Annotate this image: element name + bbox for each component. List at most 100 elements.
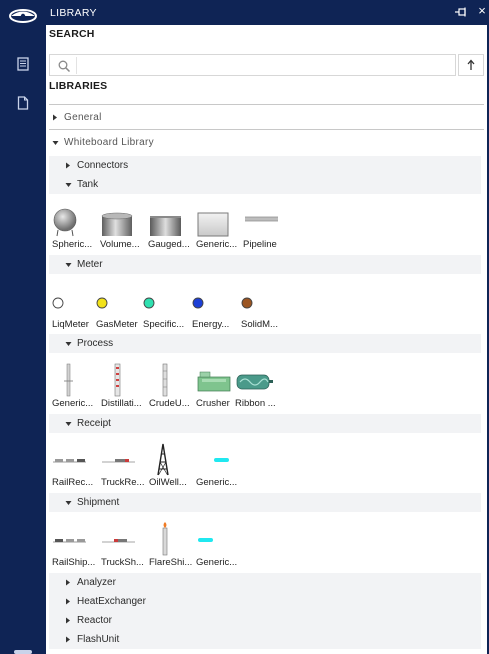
search-heading: SEARCH bbox=[49, 28, 95, 40]
caret-right-icon bbox=[62, 577, 74, 589]
spherical-tank-icon bbox=[53, 208, 77, 237]
rail-bottom-indicator bbox=[14, 650, 32, 654]
item-label: Distillati... bbox=[101, 398, 142, 409]
solid-meter-icon bbox=[241, 297, 253, 309]
app-logo-icon bbox=[8, 8, 38, 24]
library-item-spherical-tank[interactable]: Spheric... bbox=[52, 204, 102, 252]
distillation-column-icon bbox=[114, 363, 121, 397]
caret-right-icon bbox=[62, 634, 74, 646]
library-item-oil-well[interactable]: OilWell... bbox=[149, 442, 199, 490]
category-flash-unit[interactable]: FlashUnit bbox=[49, 630, 481, 649]
item-label: OilWell... bbox=[149, 477, 187, 488]
item-label: Pipeline bbox=[243, 239, 277, 250]
library-item-gauged-tank[interactable]: Gauged... bbox=[148, 204, 198, 252]
library-item-truck-shipment[interactable]: TruckSh... bbox=[101, 522, 151, 570]
item-label: FlareShi... bbox=[149, 557, 193, 568]
library-item-gas-meter[interactable]: GasMeter bbox=[96, 284, 146, 332]
item-label: Energy... bbox=[192, 319, 230, 330]
specific-meter-icon bbox=[143, 297, 155, 309]
item-label: GasMeter bbox=[96, 319, 138, 330]
library-item-generic-process[interactable]: Generic... bbox=[52, 363, 102, 411]
caret-down-icon bbox=[62, 497, 74, 509]
item-label: TruckRe... bbox=[101, 477, 145, 488]
item-label: Generic... bbox=[196, 477, 238, 488]
category-label: Meter bbox=[77, 259, 103, 270]
library-item-liq-meter[interactable]: LiqMeter bbox=[52, 284, 102, 332]
generic-tank-icon bbox=[197, 212, 229, 237]
library-item-truck-receipt[interactable]: TruckRe... bbox=[101, 442, 151, 490]
library-item-crude-unit[interactable]: CrudeU... bbox=[149, 363, 199, 411]
truck-receipt-icon bbox=[102, 459, 135, 463]
caret-right-icon bbox=[49, 112, 61, 124]
category-tank[interactable]: Tank bbox=[49, 175, 481, 194]
caret-right-icon bbox=[62, 596, 74, 608]
library-item-generic-shipment[interactable]: Generic... bbox=[196, 522, 246, 570]
library-item-generic-receipt[interactable]: Generic... bbox=[196, 442, 246, 490]
library-nav-button[interactable] bbox=[13, 54, 33, 74]
document-nav-button[interactable] bbox=[13, 93, 33, 113]
library-item-specific-meter[interactable]: Specific... bbox=[143, 284, 193, 332]
search-row bbox=[49, 54, 484, 76]
group-whiteboard-library[interactable]: Whiteboard Library bbox=[49, 133, 481, 152]
category-label: FlashUnit bbox=[77, 634, 120, 645]
truck-shipment-icon bbox=[102, 539, 135, 543]
libraries-heading: LIBRARIES bbox=[49, 80, 108, 92]
group-general[interactable]: General bbox=[49, 108, 481, 127]
category-connectors[interactable]: Connectors bbox=[49, 156, 481, 175]
arrow-up-icon bbox=[467, 59, 475, 70]
category-label: Analyzer bbox=[77, 577, 116, 588]
library-item-pipeline[interactable]: Pipeline bbox=[243, 204, 293, 252]
caret-right-icon bbox=[62, 160, 74, 172]
gauged-tank-icon bbox=[150, 216, 181, 236]
category-heat-exchanger[interactable]: HeatExchanger bbox=[49, 592, 481, 611]
item-label: Ribbon ... bbox=[235, 398, 276, 409]
oil-well-icon bbox=[157, 443, 169, 476]
energy-meter-icon bbox=[192, 297, 204, 309]
category-meter[interactable]: Meter bbox=[49, 255, 481, 274]
left-nav-rail bbox=[0, 0, 46, 654]
category-receipt[interactable]: Receipt bbox=[49, 414, 481, 433]
item-label: SolidM... bbox=[241, 319, 278, 330]
library-item-ribbon-blender[interactable]: Ribbon ... bbox=[235, 363, 285, 411]
search-separator bbox=[76, 57, 77, 74]
library-item-rail-shipment[interactable]: RailShip... bbox=[52, 522, 102, 570]
item-label: Volume... bbox=[100, 239, 140, 250]
item-label: TruckSh... bbox=[101, 557, 144, 568]
library-item-volume-tank[interactable]: Volume... bbox=[100, 204, 150, 252]
library-item-generic-tank[interactable]: Generic... bbox=[196, 204, 246, 252]
category-shipment[interactable]: Shipment bbox=[49, 493, 481, 512]
pin-icon[interactable] bbox=[454, 6, 468, 18]
item-label: Spheric... bbox=[52, 239, 93, 250]
search-input[interactable] bbox=[78, 57, 450, 74]
generic-process-icon bbox=[64, 363, 73, 397]
category-analyzer[interactable]: Analyzer bbox=[49, 573, 481, 592]
crude-unit-icon bbox=[162, 363, 168, 397]
close-icon[interactable]: × bbox=[476, 4, 488, 18]
divider bbox=[49, 104, 484, 105]
liq-meter-icon bbox=[52, 297, 64, 309]
library-item-flare-shipment[interactable]: FlareShi... bbox=[149, 522, 199, 570]
item-label: Generic... bbox=[196, 557, 238, 568]
category-process[interactable]: Process bbox=[49, 334, 481, 353]
search-box bbox=[49, 54, 456, 76]
item-label: Specific... bbox=[143, 319, 185, 330]
rail-receipt-icon bbox=[53, 459, 86, 463]
item-label: RailRec... bbox=[52, 477, 94, 488]
panel-title: LIBRARY bbox=[50, 7, 97, 19]
divider bbox=[49, 129, 484, 130]
item-label: Generic... bbox=[52, 398, 94, 409]
library-item-solid-meter[interactable]: SolidM... bbox=[241, 284, 291, 332]
category-label: Connectors bbox=[77, 160, 129, 171]
item-label: Generic... bbox=[196, 239, 238, 250]
library-item-energy-meter[interactable]: Energy... bbox=[192, 284, 242, 332]
library-item-rail-receipt[interactable]: RailRec... bbox=[52, 442, 102, 490]
category-label: Tank bbox=[77, 179, 99, 190]
library-item-distillation[interactable]: Distillati... bbox=[101, 363, 151, 411]
library-panel: SEARCH LIBRARIES General Whiteboard Libr… bbox=[46, 25, 487, 654]
category-reactor[interactable]: Reactor bbox=[49, 611, 481, 630]
item-label: RailShip... bbox=[52, 557, 96, 568]
category-label: HeatExchanger bbox=[77, 596, 146, 607]
item-label: CrudeU... bbox=[149, 398, 190, 409]
flare-shipment-icon bbox=[162, 522, 168, 556]
sort-button[interactable] bbox=[458, 54, 484, 76]
